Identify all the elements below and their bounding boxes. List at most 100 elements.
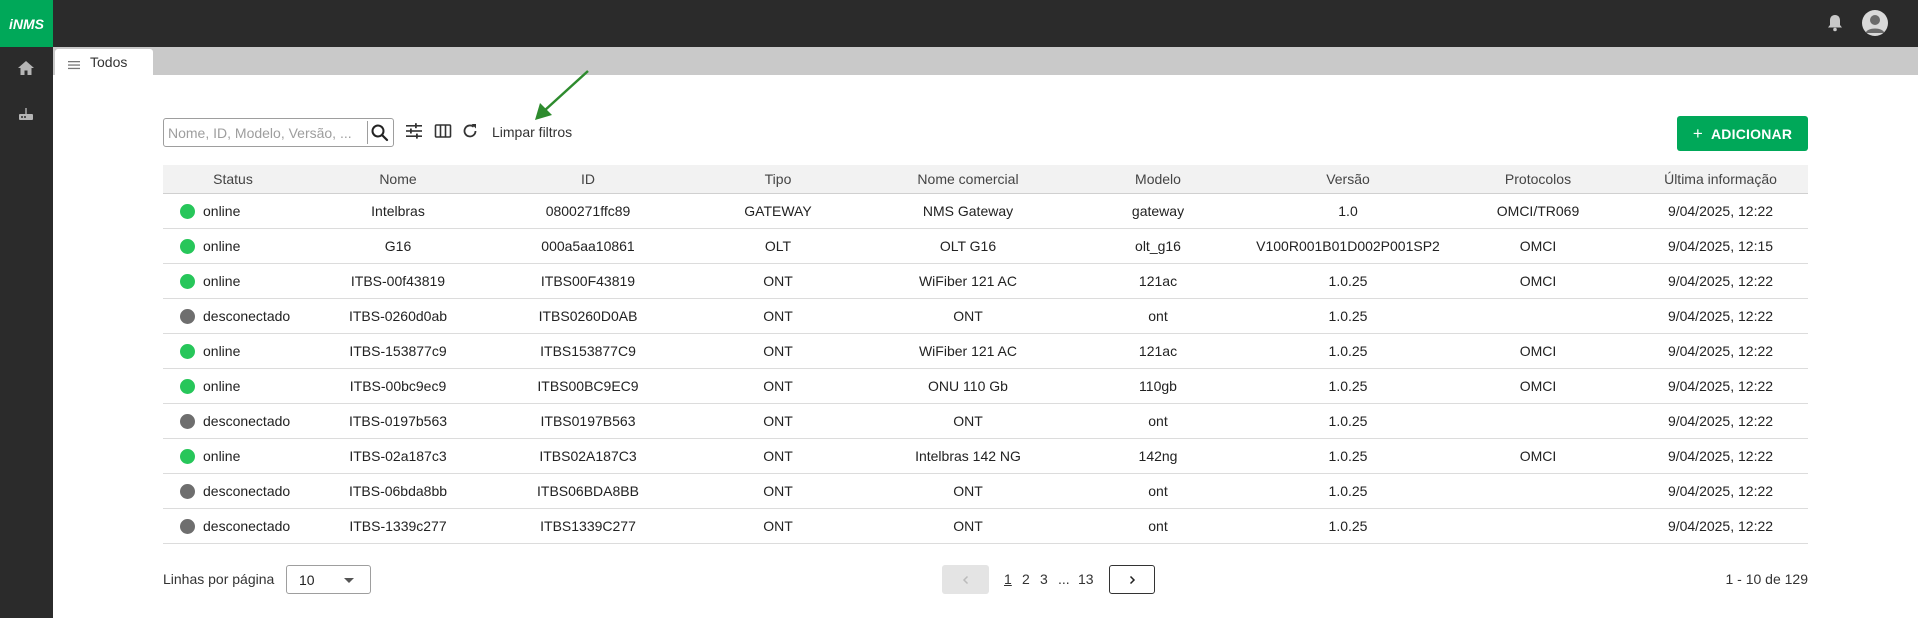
add-button-label: ADICIONAR (1711, 125, 1793, 142)
status-text: online (203, 343, 241, 359)
bell-icon[interactable] (1826, 13, 1846, 33)
column-header-modelo[interactable]: Modelo (1063, 171, 1253, 187)
chevron-left-icon (962, 575, 968, 584)
status-text: desconectado (203, 483, 291, 499)
table-header: Status Nome ID Tipo Nome comercial Model… (163, 165, 1808, 194)
cell-versao: 1.0.25 (1328, 343, 1368, 359)
column-header-tipo[interactable]: Tipo (683, 171, 873, 187)
cell-nome: ITBS-1339c277 (349, 518, 447, 534)
add-button[interactable]: + ADICIONAR (1677, 116, 1808, 151)
cell-nome: ITBS-00f43819 (350, 273, 446, 289)
refresh-icon[interactable] (460, 121, 480, 141)
cell-id: 0800271ffc89 (545, 203, 631, 219)
menu-icon (68, 57, 80, 70)
cell-protocolos: OMCI (1519, 238, 1557, 254)
cell-tipo: ONT (763, 273, 793, 289)
status-dot-icon (180, 308, 195, 324)
cell-tipo: OLT (764, 238, 792, 254)
cell-id: ITBS02A187C3 (539, 448, 637, 464)
user-avatar-icon[interactable] (1862, 10, 1888, 36)
cell-nome-comercial: ONT (953, 308, 983, 324)
cell-nome: G16 (384, 238, 412, 254)
table-row[interactable]: desconectado ITBS-1339c277 ITBS1339C277 ONT… (163, 509, 1808, 544)
status-text: desconectado (203, 518, 291, 534)
cell-nome: Intelbras (371, 203, 425, 219)
app-logo[interactable]: iNMS (0, 0, 53, 47)
cell-protocolos: OMCI (1519, 378, 1557, 394)
sidebar: iNMS (0, 0, 53, 618)
cell-versao: 1.0.25 (1328, 378, 1368, 394)
status-text: online (203, 203, 241, 219)
cell-status: desconectado (163, 308, 303, 324)
column-header-id[interactable]: ID (493, 171, 683, 187)
table-row[interactable]: desconectado ITBS-06bda8bb ITBS06BDA8BB ONT… (163, 474, 1808, 509)
column-header-versao[interactable]: Versão (1253, 171, 1443, 187)
table-row[interactable]: online ITBS-153877c9 ITBS153877C9 ONT WiFibe… (163, 334, 1808, 369)
prev-page-button[interactable] (942, 565, 989, 594)
cell-nome-comercial: Intelbras 142 NG (915, 448, 1021, 464)
cell-status: online (163, 203, 303, 219)
cell-id: 000a5aa10861 (541, 238, 635, 254)
cell-ultima-informacao: 9/04/2025, 12:22 (1667, 273, 1774, 289)
table-row[interactable]: online ITBS-02a187c3 ITBS02A187C3 ONT Intelb… (163, 439, 1808, 474)
cell-protocolos: OMCI/TR069 (1496, 203, 1580, 219)
rows-per-page-value: 10 (299, 571, 315, 588)
rows-per-page-select[interactable]: 10 (286, 565, 371, 594)
filter-icon[interactable] (404, 121, 424, 141)
column-header-status[interactable]: Status (163, 171, 303, 187)
cell-nome-comercial: WiFiber 121 AC (918, 273, 1018, 289)
tab-todos[interactable]: Todos (55, 49, 153, 75)
table-row[interactable]: online G16 000a5aa10861 OLT OLT G16 olt_g16 V1… (163, 229, 1808, 264)
caret-down-icon (344, 578, 354, 583)
cell-protocolos: OMCI (1519, 273, 1557, 289)
cell-versao: 1.0.25 (1328, 448, 1368, 464)
columns-icon[interactable] (433, 121, 453, 141)
table-row[interactable]: online ITBS-00bc9ec9 ITBS00BC9EC9 ONT ONU 11… (163, 369, 1808, 404)
table-row[interactable]: desconectado ITBS-0260d0ab ITBS0260D0AB ONT… (163, 299, 1808, 334)
cell-protocolos: OMCI (1519, 448, 1557, 464)
cell-status: online (163, 448, 303, 464)
cell-modelo: olt_g16 (1135, 238, 1181, 254)
table-row[interactable]: online Intelbras 0800271ffc89 GATEWAY NMS Ga… (163, 194, 1808, 229)
page-2[interactable]: 2 (1022, 571, 1030, 587)
cell-id: ITBS06BDA8BB (537, 483, 639, 499)
cell-modelo: 142ng (1138, 448, 1178, 464)
page-1[interactable]: 1 (1004, 571, 1012, 587)
table-row[interactable]: desconectado ITBS-0197b563 ITBS0197B563 ONT… (163, 404, 1808, 439)
cell-status: online (163, 378, 303, 394)
page-13[interactable]: 13 (1078, 571, 1094, 587)
cell-ultima-informacao: 9/04/2025, 12:22 (1667, 343, 1774, 359)
column-header-nome-comercial[interactable]: Nome comercial (873, 171, 1063, 187)
cell-id: ITBS0260D0AB (538, 308, 638, 324)
cell-id: ITBS1339C277 (540, 518, 636, 534)
cell-nome: ITBS-02a187c3 (349, 448, 447, 464)
column-header-nome[interactable]: Nome (303, 171, 493, 187)
status-dot-icon (180, 273, 195, 289)
cell-modelo: ont (1148, 483, 1168, 499)
next-page-button[interactable] (1109, 565, 1155, 594)
home-icon[interactable] (16, 58, 36, 78)
column-header-protocolos[interactable]: Protocolos (1443, 171, 1633, 187)
cell-ultima-informacao: 9/04/2025, 12:22 (1667, 413, 1774, 429)
router-icon[interactable] (16, 104, 36, 124)
cell-nome-comercial: ONT (953, 518, 983, 534)
cell-versao: 1.0.25 (1328, 308, 1368, 324)
status-text: desconectado (203, 413, 291, 429)
cell-status: online (163, 273, 303, 289)
cell-modelo: ont (1148, 413, 1168, 429)
page-3[interactable]: 3 (1040, 571, 1048, 587)
cell-modelo: 110gb (1139, 378, 1177, 394)
search-input[interactable] (164, 119, 366, 146)
search-icon[interactable] (370, 123, 390, 143)
cell-ultima-informacao: 9/04/2025, 12:22 (1667, 203, 1774, 219)
cell-nome-comercial: ONT (953, 483, 983, 499)
cell-ultima-informacao: 9/04/2025, 12:22 (1667, 518, 1774, 534)
cell-ultima-informacao: 9/04/2025, 12:15 (1667, 238, 1774, 254)
clear-filters-button[interactable]: Limpar filtros (492, 124, 572, 140)
search-box (163, 118, 394, 147)
cell-modelo: ont (1148, 308, 1168, 324)
cell-tipo: ONT (763, 518, 793, 534)
cell-tipo: ONT (763, 308, 793, 324)
table-row[interactable]: online ITBS-00f43819 ITBS00F43819 ONT WiFibe… (163, 264, 1808, 299)
column-header-ultima-informacao[interactable]: Última informação (1633, 171, 1808, 187)
